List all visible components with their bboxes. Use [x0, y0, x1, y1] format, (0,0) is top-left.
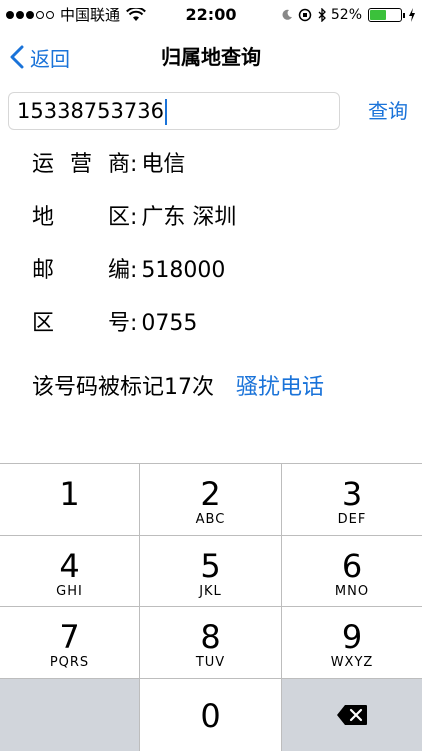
info-row-region: 地区: 广东 深圳	[32, 198, 412, 251]
info-label: 运营商	[32, 152, 130, 177]
key-5[interactable]: 5 JKL	[140, 536, 282, 607]
key-letters: ABC	[195, 512, 226, 527]
colon: :	[130, 311, 138, 336]
key-digit: 5	[200, 547, 221, 585]
key-digit: 6	[341, 547, 363, 585]
key-letters: WXYZ	[330, 655, 374, 670]
page-title: 归属地查询	[161, 45, 261, 69]
key-letters: DEF	[337, 512, 367, 527]
info-value: 0755	[141, 311, 198, 336]
info-value: 广东 深圳	[141, 205, 237, 230]
orientation-lock-icon	[298, 8, 312, 22]
key-digit: 7	[59, 618, 80, 656]
key-letters: GHI	[56, 584, 83, 599]
key-8[interactable]: 8 TUV	[140, 607, 282, 679]
key-3[interactable]: 3 DEF	[282, 464, 422, 536]
key-0[interactable]: 0	[140, 679, 282, 751]
key-letters: MNO	[334, 584, 370, 599]
mark-info: 该号码被标记17次 骚扰电话	[32, 368, 324, 408]
battery-percent: 52%	[330, 7, 362, 23]
info-label: 区号	[32, 311, 130, 336]
info-label: 邮编	[32, 258, 130, 283]
search-row: 15338753736 查询	[8, 92, 414, 130]
key-digit: 2	[200, 475, 221, 513]
navigation-bar: 返回 归属地查询	[0, 30, 422, 84]
text-caret	[164, 99, 167, 125]
moon-icon	[282, 9, 292, 20]
query-button[interactable]: 查询	[368, 92, 408, 130]
info-row-carrier: 运营商: 电信	[32, 145, 412, 198]
info-value: 电信	[141, 152, 186, 177]
charging-icon	[409, 8, 415, 22]
colon: :	[130, 258, 138, 283]
mark-tag-link[interactable]: 骚扰电话	[236, 368, 324, 408]
key-letters: PQRS	[49, 655, 90, 670]
numeric-keypad: 1 2 ABC 3 DEF 4 GHI 5 JKL 6 MNO 7 PQRS 8…	[0, 463, 422, 751]
delete-button[interactable]	[282, 679, 422, 751]
key-blank	[0, 679, 140, 751]
key-digit: 3	[341, 475, 363, 513]
key-9[interactable]: 9 WXYZ	[282, 607, 422, 679]
key-digit: 0	[200, 697, 221, 735]
mark-count-text: 该号码被标记17次	[32, 375, 214, 400]
key-digit: 1	[59, 475, 80, 513]
key-4[interactable]: 4 GHI	[0, 536, 140, 607]
key-6[interactable]: 6 MNO	[282, 536, 422, 607]
battery-icon	[368, 8, 405, 22]
phone-number-input[interactable]: 15338753736	[8, 92, 340, 130]
info-label: 地区	[32, 205, 130, 230]
key-digit: 8	[200, 618, 221, 656]
result-info: 运营商: 电信 地区: 广东 深圳 邮编:518000 区号:0755	[32, 145, 412, 357]
bluetooth-icon	[318, 8, 326, 22]
key-digit: 9	[341, 618, 363, 656]
info-row-postcode: 邮编:518000	[32, 251, 412, 304]
key-2[interactable]: 2 ABC	[140, 464, 282, 536]
key-7[interactable]: 7 PQRS	[0, 607, 140, 679]
key-1[interactable]: 1	[0, 464, 140, 536]
battery-fill	[370, 10, 386, 20]
info-row-area-code: 区号:0755	[32, 304, 412, 357]
backspace-icon	[337, 705, 367, 725]
info-value: 518000	[141, 258, 226, 283]
key-letters: TUV	[195, 655, 226, 670]
key-digit: 4	[59, 547, 80, 585]
colon: :	[130, 205, 138, 230]
status-bar: 中国联通 22:00 52%	[0, 0, 422, 30]
colon: :	[130, 152, 138, 177]
key-letters: JKL	[199, 584, 222, 599]
phone-number-value: 15338753736	[17, 99, 164, 123]
